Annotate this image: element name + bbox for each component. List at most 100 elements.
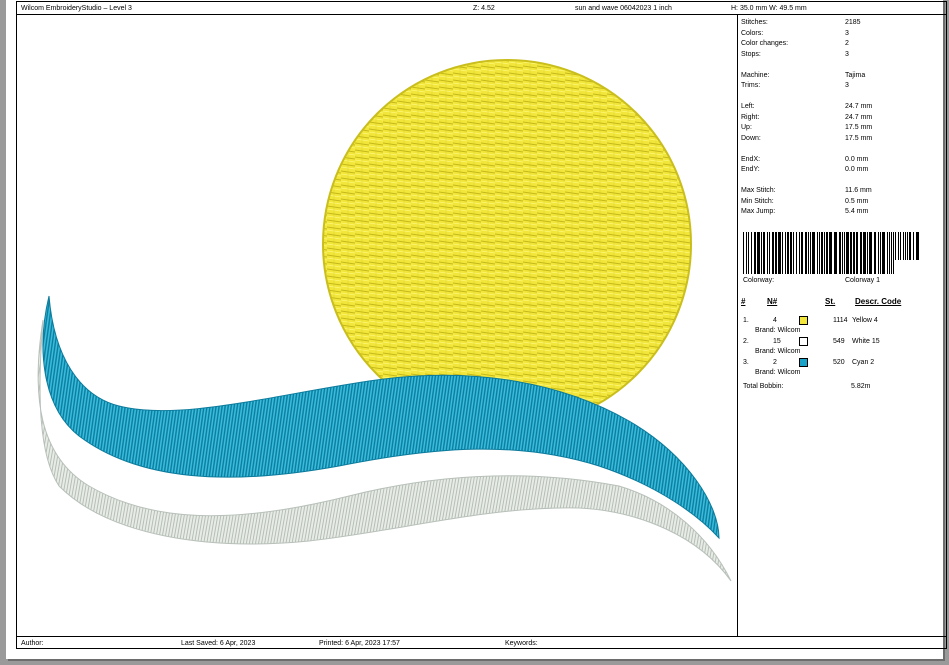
barcode-bar [878, 232, 879, 274]
barcode-bar [790, 232, 792, 274]
stat-row: Max Jump: 5.4 mm [741, 207, 941, 217]
stat-value: 3 [845, 29, 849, 37]
print-preview-sheet: Wilcom EmbroideryStudio – Level 3 Z: 4.5… [6, 0, 947, 659]
barcode-bar [863, 232, 866, 274]
color-row-stitches: 520 [833, 359, 845, 366]
stat-row: Min Stitch: 0.5 mm [741, 197, 941, 207]
design-info-panel: Stitches: 2185 Colors: 3 Color changes: 2 Stop… [741, 16, 946, 634]
barcode-bar [898, 232, 899, 260]
stat-value: 17.5 mm [845, 134, 873, 142]
barcode-bar [824, 232, 825, 274]
barcode-bar [889, 232, 890, 274]
barcode-bar [891, 232, 892, 274]
printed-field: Printed: 6 Apr, 2023 17:57 [319, 640, 400, 647]
color-row-stitches: 1114 [833, 317, 848, 324]
barcode-bar [763, 232, 765, 274]
stat-label: Machine: [741, 71, 770, 79]
barcode-bar [767, 232, 768, 274]
stat-row: EndX: 0.0 mm [741, 155, 941, 165]
panel-divider [737, 14, 738, 636]
stat-label: Max Jump: [741, 208, 776, 215]
total-bobbin-label: Total Bobbin: [743, 383, 784, 390]
color-swatch [799, 358, 808, 367]
stat-value: 0.0 mm [845, 155, 869, 163]
stat-value: 3 [845, 50, 849, 58]
barcode-bar [810, 232, 811, 274]
barcode-bar [867, 232, 868, 274]
barcode-bar [844, 232, 845, 274]
barcode-bar [775, 232, 777, 274]
stat-value: Tajima [845, 71, 866, 79]
color-row-needle: 4 [773, 317, 777, 324]
barcode-bar [808, 232, 809, 274]
stat-row: Stitches: 2185 [741, 18, 941, 28]
stat-value: 0.5 mm [845, 197, 869, 205]
barcode-bar [751, 232, 752, 274]
barcode-bar [801, 232, 803, 274]
stat-label: Stops: [741, 50, 761, 58]
barcode-bar [916, 232, 919, 260]
stat-value: 3 [845, 82, 849, 89]
barcode-bar [869, 232, 872, 274]
stat-row: Max Stitch: 11.6 mm [741, 186, 941, 196]
color-row-desc: Yellow 4 [852, 317, 878, 324]
barcode-bar [903, 232, 904, 260]
barcode-bar [907, 232, 908, 260]
stat-row: Right: 24.7 mm [741, 113, 941, 123]
barcode-bar [785, 232, 786, 274]
barcode-bar [796, 232, 797, 274]
author-field: Author: [21, 640, 44, 647]
stat-value: 11.6 mm [845, 187, 872, 194]
barcode-bar [909, 232, 911, 260]
stat-row: Color changes: 2 [741, 39, 941, 49]
stat-value: 2185 [845, 19, 861, 26]
stat-row: EndY: 0.0 mm [741, 165, 941, 175]
barcode-bar [905, 232, 906, 260]
stat-row: Down: 17.5 mm [741, 134, 941, 144]
barcode-bar [874, 232, 876, 274]
color-swatch [799, 337, 808, 346]
barcode-bar [900, 232, 901, 260]
barcode-bar [782, 232, 783, 274]
stat-row: Trims: 3 [741, 81, 941, 91]
col-header-num: # [741, 297, 746, 306]
barcode-bar [787, 232, 789, 274]
barcode-bar [850, 232, 852, 274]
color-row-brand: Brand: Wilcom [755, 348, 801, 355]
barcode-bar [819, 232, 820, 274]
color-row-needle: 2 [773, 359, 777, 366]
barcode-bar [761, 232, 762, 274]
barcode-bar [821, 232, 823, 274]
stat-label: Left: [741, 103, 755, 110]
zoom-level: Z: 4.52 [473, 5, 495, 12]
barcode-bar [834, 232, 837, 274]
barcode-bar [860, 232, 862, 274]
color-swatch [799, 316, 808, 325]
barcode [743, 232, 919, 274]
barcode-bar [805, 232, 807, 274]
color-row-desc: White 15 [852, 338, 880, 345]
total-bobbin-value: 5.82m [851, 383, 871, 390]
col-header-desc: Descr. Code [855, 297, 902, 306]
barcode-bar [887, 232, 888, 274]
stat-label: Color changes: [741, 40, 789, 47]
footer-divider [17, 636, 946, 637]
barcode-bar [826, 232, 828, 274]
color-row-num: 1. [743, 317, 749, 324]
color-row-num: 2. [743, 338, 749, 345]
stat-label: Up: [741, 124, 752, 131]
stat-label: Max Stitch: [741, 187, 776, 194]
stat-value: 24.7 mm [845, 113, 873, 121]
barcode-bar [856, 232, 858, 274]
barcode-bar [829, 232, 832, 274]
header-divider [17, 14, 946, 15]
stat-label: Min Stitch: [741, 197, 774, 205]
barcode-bar [839, 232, 841, 274]
stat-value: 5.4 mm [845, 208, 869, 215]
barcode-bar [793, 232, 794, 274]
barcode-bar [846, 232, 849, 274]
stat-row: Left: 24.7 mm [741, 102, 941, 112]
color-row-needle: 15 [773, 338, 781, 345]
barcode-bar [817, 232, 818, 274]
barcode-bar [853, 232, 855, 274]
